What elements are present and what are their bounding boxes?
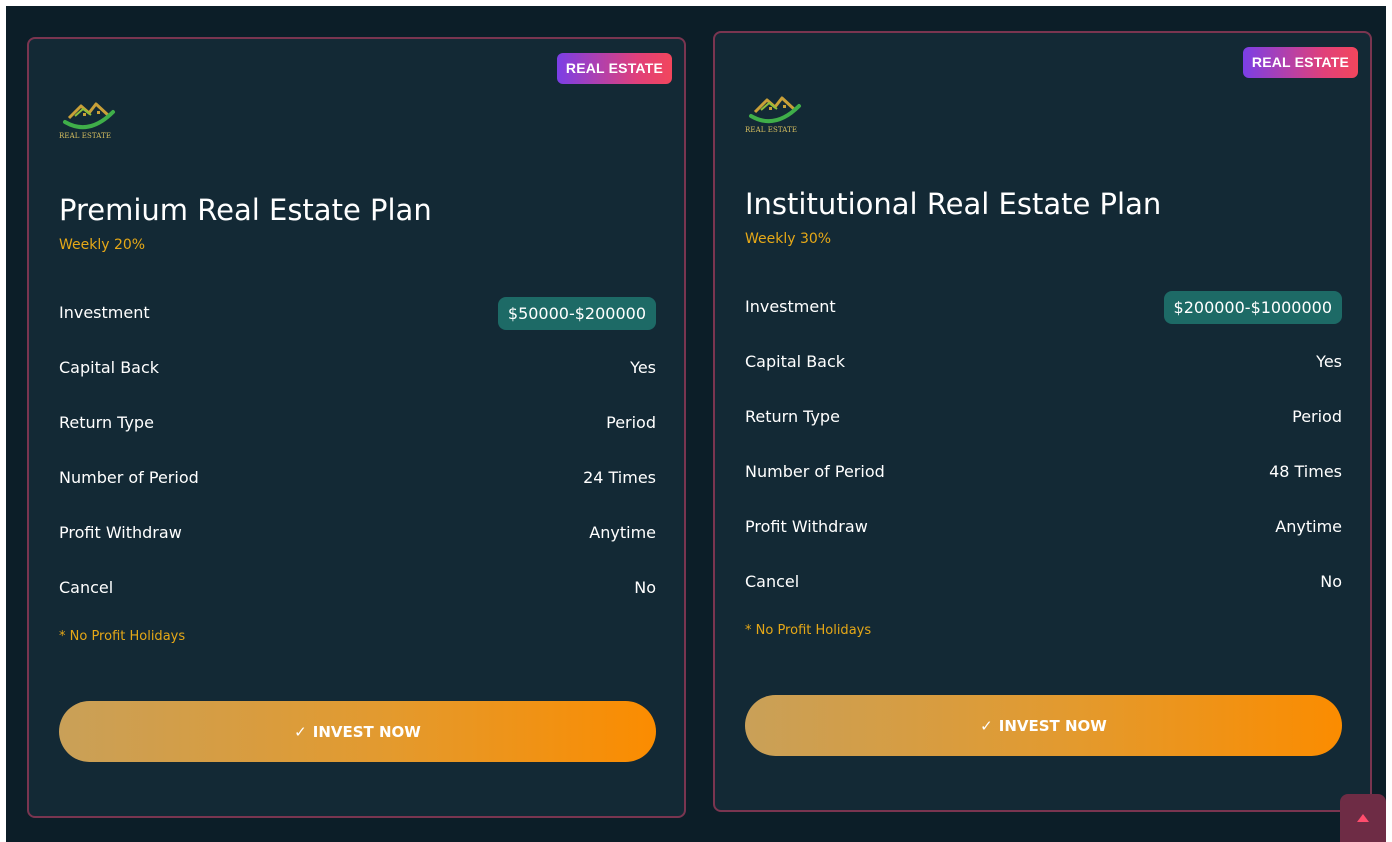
detail-row-profit-withdraw: Profit Withdraw Anytime xyxy=(745,511,1342,566)
investment-range-pill: $200000-$1000000 xyxy=(1163,291,1342,324)
plan-rate: Weekly 20% xyxy=(59,237,146,253)
detail-row-capital-back: Capital Back Yes xyxy=(59,352,656,407)
real-estate-logo: REAL ESTATE xyxy=(745,90,805,140)
detail-label: Capital Back xyxy=(59,358,160,377)
profit-holidays-note: * No Profit Holidays xyxy=(59,629,186,644)
check-icon: ✓ xyxy=(294,722,307,741)
investment-range-pill: $50000-$200000 xyxy=(497,297,656,330)
check-icon: ✓ xyxy=(980,716,993,735)
scroll-to-top-button[interactable] xyxy=(1340,794,1386,842)
invest-now-label: INVEST NOW xyxy=(998,716,1107,735)
detail-label: Number of Period xyxy=(745,462,885,481)
detail-row-return-type: Return Type Period xyxy=(745,401,1342,456)
detail-value: No xyxy=(634,578,656,597)
invest-now-label: INVEST NOW xyxy=(312,722,421,741)
detail-label: Return Type xyxy=(745,407,840,426)
detail-row-investment: Investment $200000-$1000000 xyxy=(745,291,1342,346)
plan-card-premium: REAL ESTATE REAL ESTATE Premium Real Est… xyxy=(27,37,686,818)
detail-label: Capital Back xyxy=(745,352,846,371)
invest-now-button[interactable]: ✓ INVEST NOW xyxy=(745,695,1342,756)
plan-rate: Weekly 30% xyxy=(745,231,832,247)
plan-title: Premium Real Estate Plan xyxy=(59,193,432,227)
detail-value: Period xyxy=(606,413,656,432)
plan-card-institutional: REAL ESTATE REAL ESTATE Institutional Re… xyxy=(713,31,1372,812)
detail-value: Period xyxy=(1292,407,1342,426)
real-estate-logo: REAL ESTATE xyxy=(59,96,119,146)
detail-row-return-type: Return Type Period xyxy=(59,407,656,462)
page: REAL ESTATE REAL ESTATE Premium Real Est… xyxy=(6,6,1386,842)
detail-value: No xyxy=(1320,572,1342,591)
house-logo-icon xyxy=(63,102,115,130)
plan-details: Investment $200000-$1000000 Capital Back… xyxy=(745,291,1342,621)
detail-value: 24 Times xyxy=(583,468,656,487)
category-badge: REAL ESTATE xyxy=(1242,47,1358,78)
detail-row-cancel: Cancel No xyxy=(745,566,1342,621)
detail-label: Investment xyxy=(59,303,150,322)
detail-label: Number of Period xyxy=(59,468,199,487)
detail-row-number-of-period: Number of Period 24 Times xyxy=(59,462,656,517)
invest-now-button[interactable]: ✓ INVEST NOW xyxy=(59,701,656,762)
detail-value: Anytime xyxy=(1275,517,1342,536)
detail-value: 48 Times xyxy=(1269,462,1342,481)
detail-row-cancel: Cancel No xyxy=(59,572,656,627)
detail-row-capital-back: Capital Back Yes xyxy=(745,346,1342,401)
house-logo-icon xyxy=(749,96,801,124)
logo-text: REAL ESTATE xyxy=(745,126,798,134)
caret-up-icon xyxy=(1357,814,1369,822)
category-badge: REAL ESTATE xyxy=(556,53,672,84)
profit-holidays-note: * No Profit Holidays xyxy=(745,623,872,638)
detail-value: Yes xyxy=(1316,352,1342,371)
detail-label: Investment xyxy=(745,297,836,316)
plan-details: Investment $50000-$200000 Capital Back Y… xyxy=(59,297,656,627)
detail-label: Profit Withdraw xyxy=(59,523,182,542)
logo-text: REAL ESTATE xyxy=(59,132,112,140)
detail-value: Yes xyxy=(630,358,656,377)
detail-row-investment: Investment $50000-$200000 xyxy=(59,297,656,352)
detail-label: Cancel xyxy=(745,572,800,591)
detail-label: Cancel xyxy=(59,578,114,597)
detail-row-number-of-period: Number of Period 48 Times xyxy=(745,456,1342,511)
detail-row-profit-withdraw: Profit Withdraw Anytime xyxy=(59,517,656,572)
detail-label: Profit Withdraw xyxy=(745,517,868,536)
plan-title: Institutional Real Estate Plan xyxy=(745,187,1162,221)
detail-value: Anytime xyxy=(589,523,656,542)
detail-label: Return Type xyxy=(59,413,154,432)
